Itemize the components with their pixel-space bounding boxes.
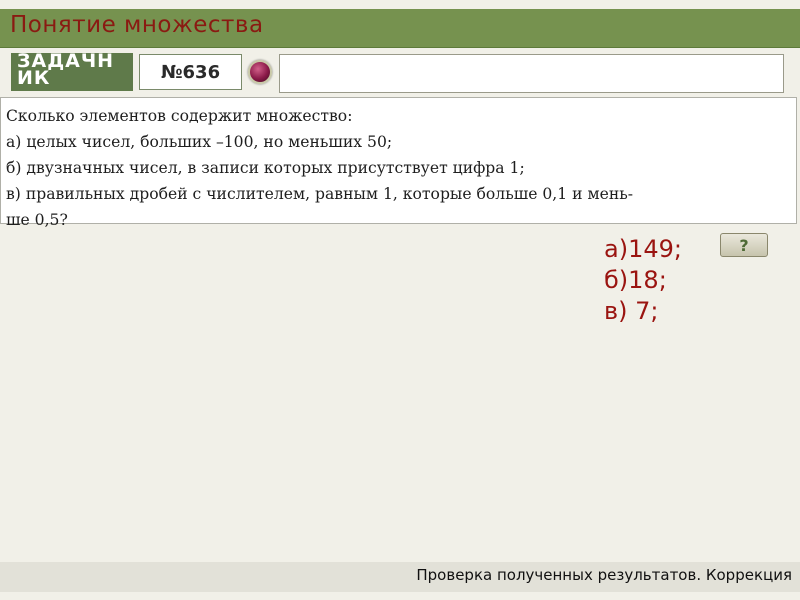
page-title: Понятие множества: [10, 12, 264, 38]
footer: Проверка полученных результатов. Коррекц…: [0, 562, 800, 592]
problem-line: Сколько элементов содержит множество:: [6, 107, 353, 125]
problem-book-label: ЗАДАЧН ИК: [11, 53, 133, 91]
title-bar: Понятие множества: [0, 9, 800, 48]
problem-line: б) двузначных чисел, в записи которых пр…: [6, 159, 525, 177]
answer-input[interactable]: [279, 54, 784, 93]
problem-line: а) целых чисел, больших –100, но меньших…: [6, 133, 393, 151]
hint-button[interactable]: ?: [720, 233, 768, 257]
problem-text: Сколько элементов содержит множество: а)…: [0, 97, 797, 229]
problem-line: ше 0,5?: [6, 211, 68, 229]
answer-c: в) 7;: [604, 297, 659, 325]
footer-text: Проверка полученных результатов. Коррекц…: [416, 566, 792, 584]
answer-b: б)18;: [604, 266, 667, 294]
answers-list: а)149; б)18; в) 7;: [604, 234, 682, 327]
answer-a: а)149;: [604, 235, 682, 263]
record-circle-icon[interactable]: [248, 60, 272, 84]
task-number: №636: [139, 54, 242, 90]
problem-line: в) правильных дробей с числителем, равны…: [6, 185, 633, 203]
